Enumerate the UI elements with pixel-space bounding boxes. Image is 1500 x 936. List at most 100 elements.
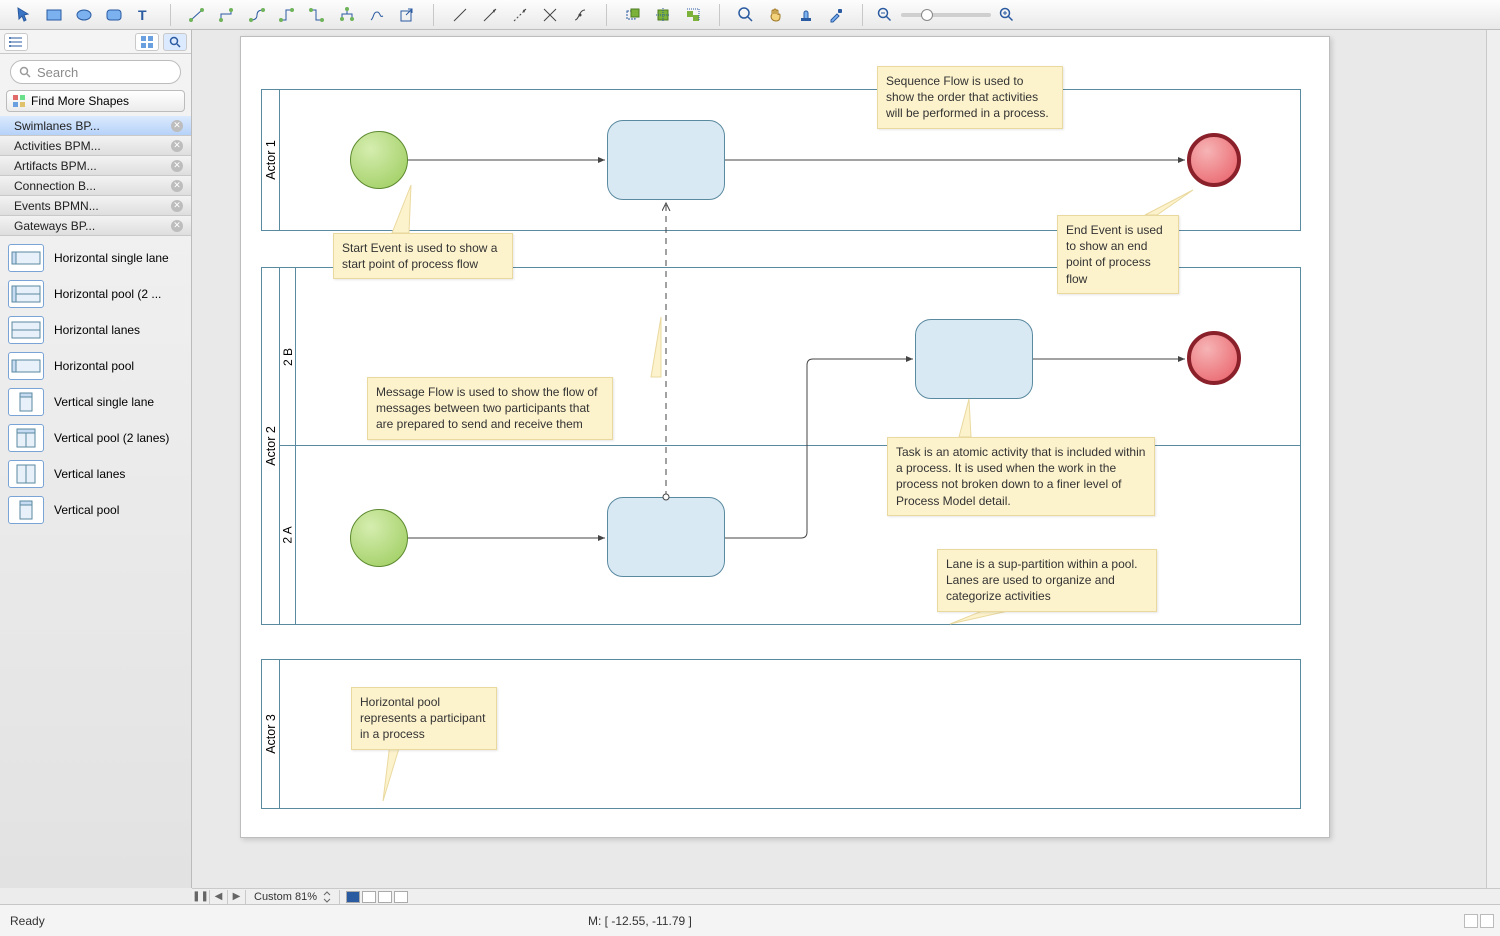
zoom-in-icon[interactable] [732,3,760,27]
snap3-icon[interactable] [679,3,707,27]
shape-thumb-icon [8,352,44,380]
canvas-area[interactable]: Actor 1 Actor 2 2 B 2 A Actor 3 [192,30,1500,888]
shape-item[interactable]: Vertical lanes [0,456,191,492]
note-hpool[interactable]: Horizontal pool represents a participant… [351,687,497,750]
zoom-out-icon[interactable] [877,7,893,23]
find-more-shapes-button[interactable]: Find More Shapes [6,90,185,112]
mouse-coords: M: [ -12.55, -11.79 ] [588,914,692,928]
search-placeholder: Search [37,65,78,80]
shapes-panel: Search Find More Shapes Swimlanes BP... … [0,30,192,888]
shape-item[interactable]: Horizontal single lane [0,240,191,276]
eyedropper-icon[interactable] [822,3,850,27]
vertical-scrollbar[interactable] [1486,30,1500,888]
task-1[interactable] [607,120,725,200]
end-event-1[interactable] [1187,133,1241,187]
stamp-icon[interactable] [792,3,820,27]
connector-elbow-icon[interactable] [213,3,241,27]
task-2[interactable] [915,319,1033,399]
text-icon[interactable]: T [130,3,158,27]
page-tabs[interactable] [340,891,414,903]
shape-thumb-icon [8,244,44,272]
pan-icon[interactable] [762,3,790,27]
category-item[interactable]: Artifacts BPM... ✕ [0,156,191,176]
shape-label: Horizontal pool (2 ... [54,287,161,301]
line3-icon[interactable] [506,3,534,27]
zoom-slider[interactable] [871,7,1021,23]
line4-icon[interactable] [536,3,564,27]
scroll-pause-icon[interactable]: ❚❚ [192,890,210,904]
shape-label: Vertical pool (2 lanes) [54,431,169,445]
note-message-flow[interactable]: Message Flow is used to show the flow of… [367,377,613,440]
shape-label: Horizontal single lane [54,251,169,265]
category-item[interactable]: Events BPMN... ✕ [0,196,191,216]
rounded-rect-icon[interactable] [100,3,128,27]
note-lane[interactable]: Lane is a sup-partition within a pool. L… [937,549,1157,612]
category-item[interactable]: Swimlanes BP... ✕ [0,116,191,136]
shape-thumb-icon [8,388,44,416]
status-right-icons[interactable] [1464,914,1494,928]
svg-text:T: T [138,7,147,23]
shape-item[interactable]: Vertical single lane [0,384,191,420]
line1-icon[interactable] [446,3,474,27]
shape-label: Vertical lanes [54,467,125,481]
snap2-icon[interactable] [649,3,677,27]
connector-curve-icon[interactable] [243,3,271,27]
shape-item[interactable]: Horizontal lanes [0,312,191,348]
shape-label: Horizontal lanes [54,323,140,337]
zoom-label[interactable]: Custom 81% [254,891,317,903]
pool-title-actor2: Actor 2 [262,268,280,624]
shape-label: Vertical pool [54,503,119,517]
end-event-2[interactable] [1187,331,1241,385]
rectangle-icon[interactable] [40,3,68,27]
search-input[interactable]: Search [10,60,181,84]
scroll-left-icon[interactable]: ◀ [210,890,228,904]
export-icon[interactable] [393,3,421,27]
palette-icon [13,95,25,107]
pool-title-actor1: Actor 1 [262,90,280,230]
connector-straight-icon[interactable] [183,3,211,27]
zoom-in2-icon[interactable] [999,7,1015,23]
shape-item[interactable]: Horizontal pool [0,348,191,384]
close-icon[interactable]: ✕ [171,180,183,192]
close-icon[interactable]: ✕ [171,120,183,132]
category-label: Artifacts BPM... [14,159,97,173]
category-item[interactable]: Activities BPM... ✕ [0,136,191,156]
diagram-paper[interactable]: Actor 1 Actor 2 2 B 2 A Actor 3 [240,36,1330,838]
shape-item[interactable]: Horizontal pool (2 ... [0,276,191,312]
pointer-icon[interactable] [10,3,38,27]
shape-item[interactable]: Vertical pool (2 lanes) [0,420,191,456]
note-task[interactable]: Task is an atomic activity that is inclu… [887,437,1155,516]
connector-rev-icon[interactable] [303,3,331,27]
panel-tab-shapes[interactable] [4,33,28,51]
category-item[interactable]: Connection B... ✕ [0,176,191,196]
connector-step-icon[interactable] [273,3,301,27]
task-3[interactable] [607,497,725,577]
shape-label: Vertical single lane [54,395,154,409]
pool-actor1[interactable]: Actor 1 [261,89,1301,231]
note-end-event[interactable]: End Event is used to show an end point o… [1057,215,1179,294]
line2-icon[interactable] [476,3,504,27]
connector-tree-icon[interactable] [333,3,361,27]
note-start-event[interactable]: Start Event is used to show a start poin… [333,233,513,279]
shape-thumb-icon [8,280,44,308]
shape-item[interactable]: Vertical pool [0,492,191,528]
close-icon[interactable]: ✕ [171,200,183,212]
shape-thumb-icon [8,496,44,524]
status-text: Ready [10,914,45,928]
close-icon[interactable]: ✕ [171,140,183,152]
close-icon[interactable]: ✕ [171,220,183,232]
close-icon[interactable]: ✕ [171,160,183,172]
shape-label: Horizontal pool [54,359,134,373]
line5-icon[interactable] [566,3,594,27]
zoom-stepper-icon[interactable] [323,891,331,903]
panel-search-icon[interactable] [163,33,187,51]
panel-view-grid-icon[interactable] [135,33,159,51]
note-sequence-flow[interactable]: Sequence Flow is used to show the order … [877,66,1063,129]
category-item[interactable]: Gateways BP... ✕ [0,216,191,236]
snap1-icon[interactable] [619,3,647,27]
connector-free-icon[interactable] [363,3,391,27]
scroll-right-icon[interactable]: ▶ [228,890,246,904]
start-event-2[interactable] [350,509,408,567]
ellipse-icon[interactable] [70,3,98,27]
start-event-1[interactable] [350,131,408,189]
